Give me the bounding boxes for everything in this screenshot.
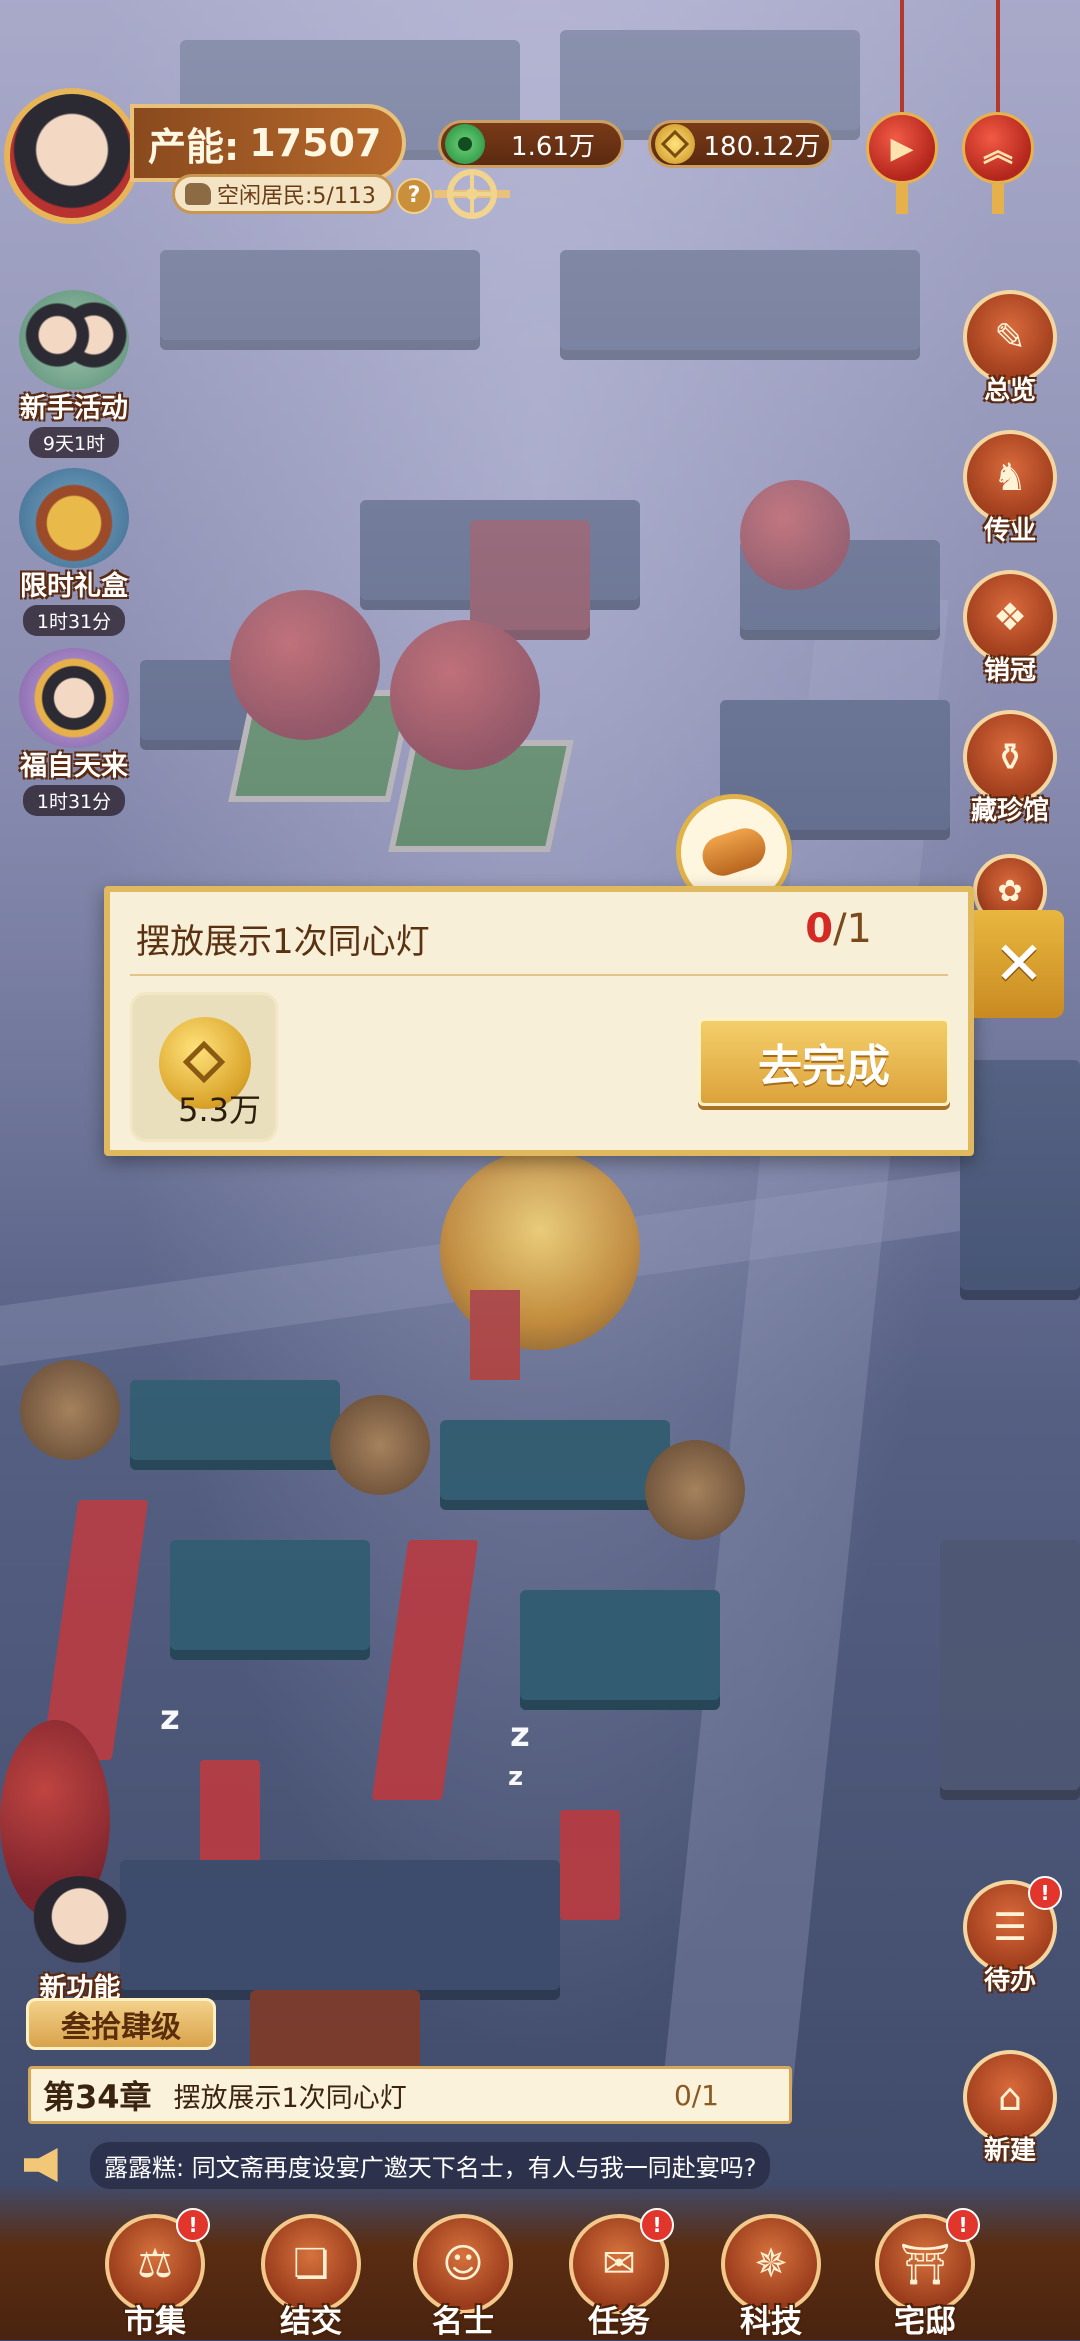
task-title: 摆放展示1次同心灯 [136,922,430,962]
event-giftbox[interactable]: 限时礼盒 1时31分 [8,468,140,636]
jade-amount: 1.61万 [511,131,595,162]
jade-coin-icon [445,124,485,164]
new-feature-avatar [32,1876,128,1966]
divider [130,974,948,976]
build-button[interactable]: ⌂ 新建 [954,2050,1066,2167]
jade-currency[interactable]: 1.61万 [438,120,624,168]
chapter-task-description: 摆放展示1次同心灯 [173,2082,407,2114]
task-popup: 摆放展示1次同心灯 0/1 5.3万 去完成 [104,886,974,1156]
legacy-label: 传业 [983,516,1036,546]
nav-celebrities[interactable]: ☺ 名士 [404,2214,522,2341]
task-progress: 0/1 [805,906,872,952]
event-newbie-icon [19,290,129,390]
production-label: 产能: [148,124,240,169]
nav-mansion-label: 宅邸 [894,2304,956,2340]
nav-celebrities-label: 名士 [432,2304,494,2340]
nav-technology[interactable]: ✵ 科技 [712,2214,830,2341]
task-progress-current: 0 [805,906,834,952]
event-fortune-icon [19,648,129,748]
event-fortune[interactable]: 福自天来 1时31分 [8,648,140,816]
production-value: 17507 [249,121,382,165]
event-fortune-timer: 1时31分 [22,785,126,816]
nav-tasks-label: 任务 [588,2304,650,2340]
reward-item[interactable]: 5.3万 [130,992,278,1142]
market-alert-badge: ! [176,2208,210,2242]
idle-residents[interactable]: 空闲居民:5/113 [172,174,394,214]
wheel-icon[interactable] [434,162,510,222]
nav-market-label: 市集 [124,2304,186,2340]
event-newbie[interactable]: 新手活动 9天1时 [8,290,140,458]
bread-icon [697,823,771,881]
chapter-task-bar[interactable]: 第34章 摆放展示1次同心灯 0/1 [28,2066,792,2124]
gift-box-icon [19,468,129,568]
task-progress-total: /1 [833,906,872,952]
overview-button[interactable]: ✎ 总览 [954,290,1066,407]
chat-message: 露露糕: 同文斋再度设宴广邀天下名士，有人与我一同赴宴吗? [90,2141,771,2189]
tasks-alert-badge: ! [640,2208,674,2242]
speaker-icon [24,2148,58,2182]
treasure-hall-label: 藏珍馆 [970,796,1049,826]
todo-label: 待办 [983,1966,1036,1996]
sales-champion-label: 销冠 [983,656,1036,686]
event-giftbox-timer: 1时31分 [22,605,126,636]
build-label: 新建 [983,2136,1036,2166]
go-complete-button[interactable]: 去完成 [698,1018,950,1106]
close-icon[interactable]: ✕ [974,910,1064,1018]
video-icon: ▶ [866,112,938,184]
up-arrow-icon: ︽ [962,112,1034,184]
mansion-alert-badge: ! [946,2208,980,2242]
gold-amount: 180.12万 [703,131,821,162]
todo-alert-badge: ! [1028,1876,1062,1910]
treasure-hall-button[interactable]: ⚱ 藏珍馆 [954,710,1066,827]
reward-amount: 5.3万 [178,1091,261,1129]
production-bar[interactable]: 产能: 17507 [130,104,406,182]
nav-socialize[interactable]: ❏ 结交 [252,2214,370,2341]
todo-button[interactable]: ☰ ! 待办 [954,1876,1066,1997]
nav-market[interactable]: ⚖ ! 市集 [96,2208,214,2341]
sales-champion-button[interactable]: ❖ 销冠 [954,570,1066,687]
nav-tasks[interactable]: ✉ ! 任务 [560,2208,678,2341]
gold-currency[interactable]: 180.12万 [648,120,832,168]
chat-ticker[interactable]: 露露糕: 同文斋再度设宴广邀天下名士，有人与我一同赴宴吗? [24,2140,804,2190]
nav-socialize-label: 结交 [280,2304,342,2340]
player-avatar[interactable] [4,88,140,224]
help-button[interactable]: ? [396,178,432,214]
gold-coin-icon [655,124,695,164]
event-giftbox-label: 限时礼盒 [20,571,128,602]
resident-icon [185,183,211,205]
nav-technology-label: 科技 [740,2304,802,2340]
event-newbie-timer: 9天1时 [28,427,120,458]
chapter-number: 第34章 [43,2078,152,2116]
new-feature-button[interactable]: 新功能 [20,1876,140,2005]
event-newbie-label: 新手活动 [20,393,128,424]
legacy-button[interactable]: ♞ 传业 [954,430,1066,547]
idle-residents-text: 空闲居民:5/113 [217,184,376,209]
level-badge[interactable]: 叁拾肆级 [26,1998,216,2050]
nav-mansion[interactable]: ⛩ ! 宅邸 [866,2208,984,2341]
game-world[interactable]: z z z [0,0,1080,2340]
chapter-task-progress: 0/1 [673,2078,719,2112]
overview-label: 总览 [983,376,1036,406]
event-fortune-label: 福自天来 [20,751,128,782]
